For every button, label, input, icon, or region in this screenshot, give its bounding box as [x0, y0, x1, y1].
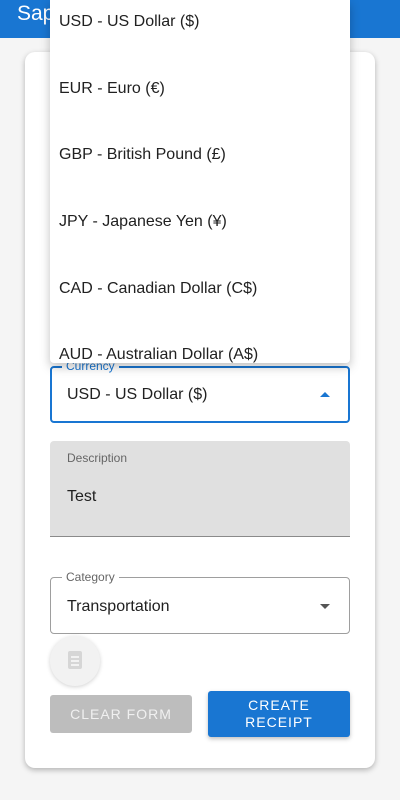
clear-form-button[interactable]: Clear Form — [50, 695, 192, 733]
caret-up-icon — [320, 392, 330, 397]
currency-option-cad[interactable]: CAD - Canadian Dollar (C$) — [50, 256, 350, 322]
description-field[interactable]: Description Test — [50, 441, 350, 537]
upload-receipt-button[interactable] — [50, 636, 100, 686]
category-label: Category — [62, 570, 119, 584]
description-label: Description — [67, 451, 128, 465]
currency-option-usd[interactable]: USD - US Dollar ($) — [50, 0, 350, 55]
create-receipt-button[interactable]: Create Receipt — [208, 691, 350, 737]
receipt-icon — [68, 651, 82, 669]
category-select[interactable]: Category Transportation — [50, 570, 350, 634]
currency-option-jpy[interactable]: JPY - Japanese Yen (¥) — [50, 189, 350, 255]
description-value: Test — [67, 488, 97, 505]
currency-option-aud[interactable]: AUD - Australian Dollar (A$) — [50, 322, 350, 363]
currency-option-gbp[interactable]: GBP - British Pound (£) — [50, 122, 350, 188]
caret-down-icon — [320, 604, 330, 609]
currency-option-eur[interactable]: EUR - Euro (€) — [50, 56, 350, 122]
currency-dropdown-menu: USD - US Dollar ($) EUR - Euro (€) GBP -… — [50, 0, 350, 363]
currency-select[interactable]: Currency USD - US Dollar ($) — [50, 359, 350, 423]
category-value: Transportation — [67, 598, 170, 615]
app-title: Sap — [17, 2, 55, 25]
currency-value: USD - US Dollar ($) — [67, 386, 208, 403]
